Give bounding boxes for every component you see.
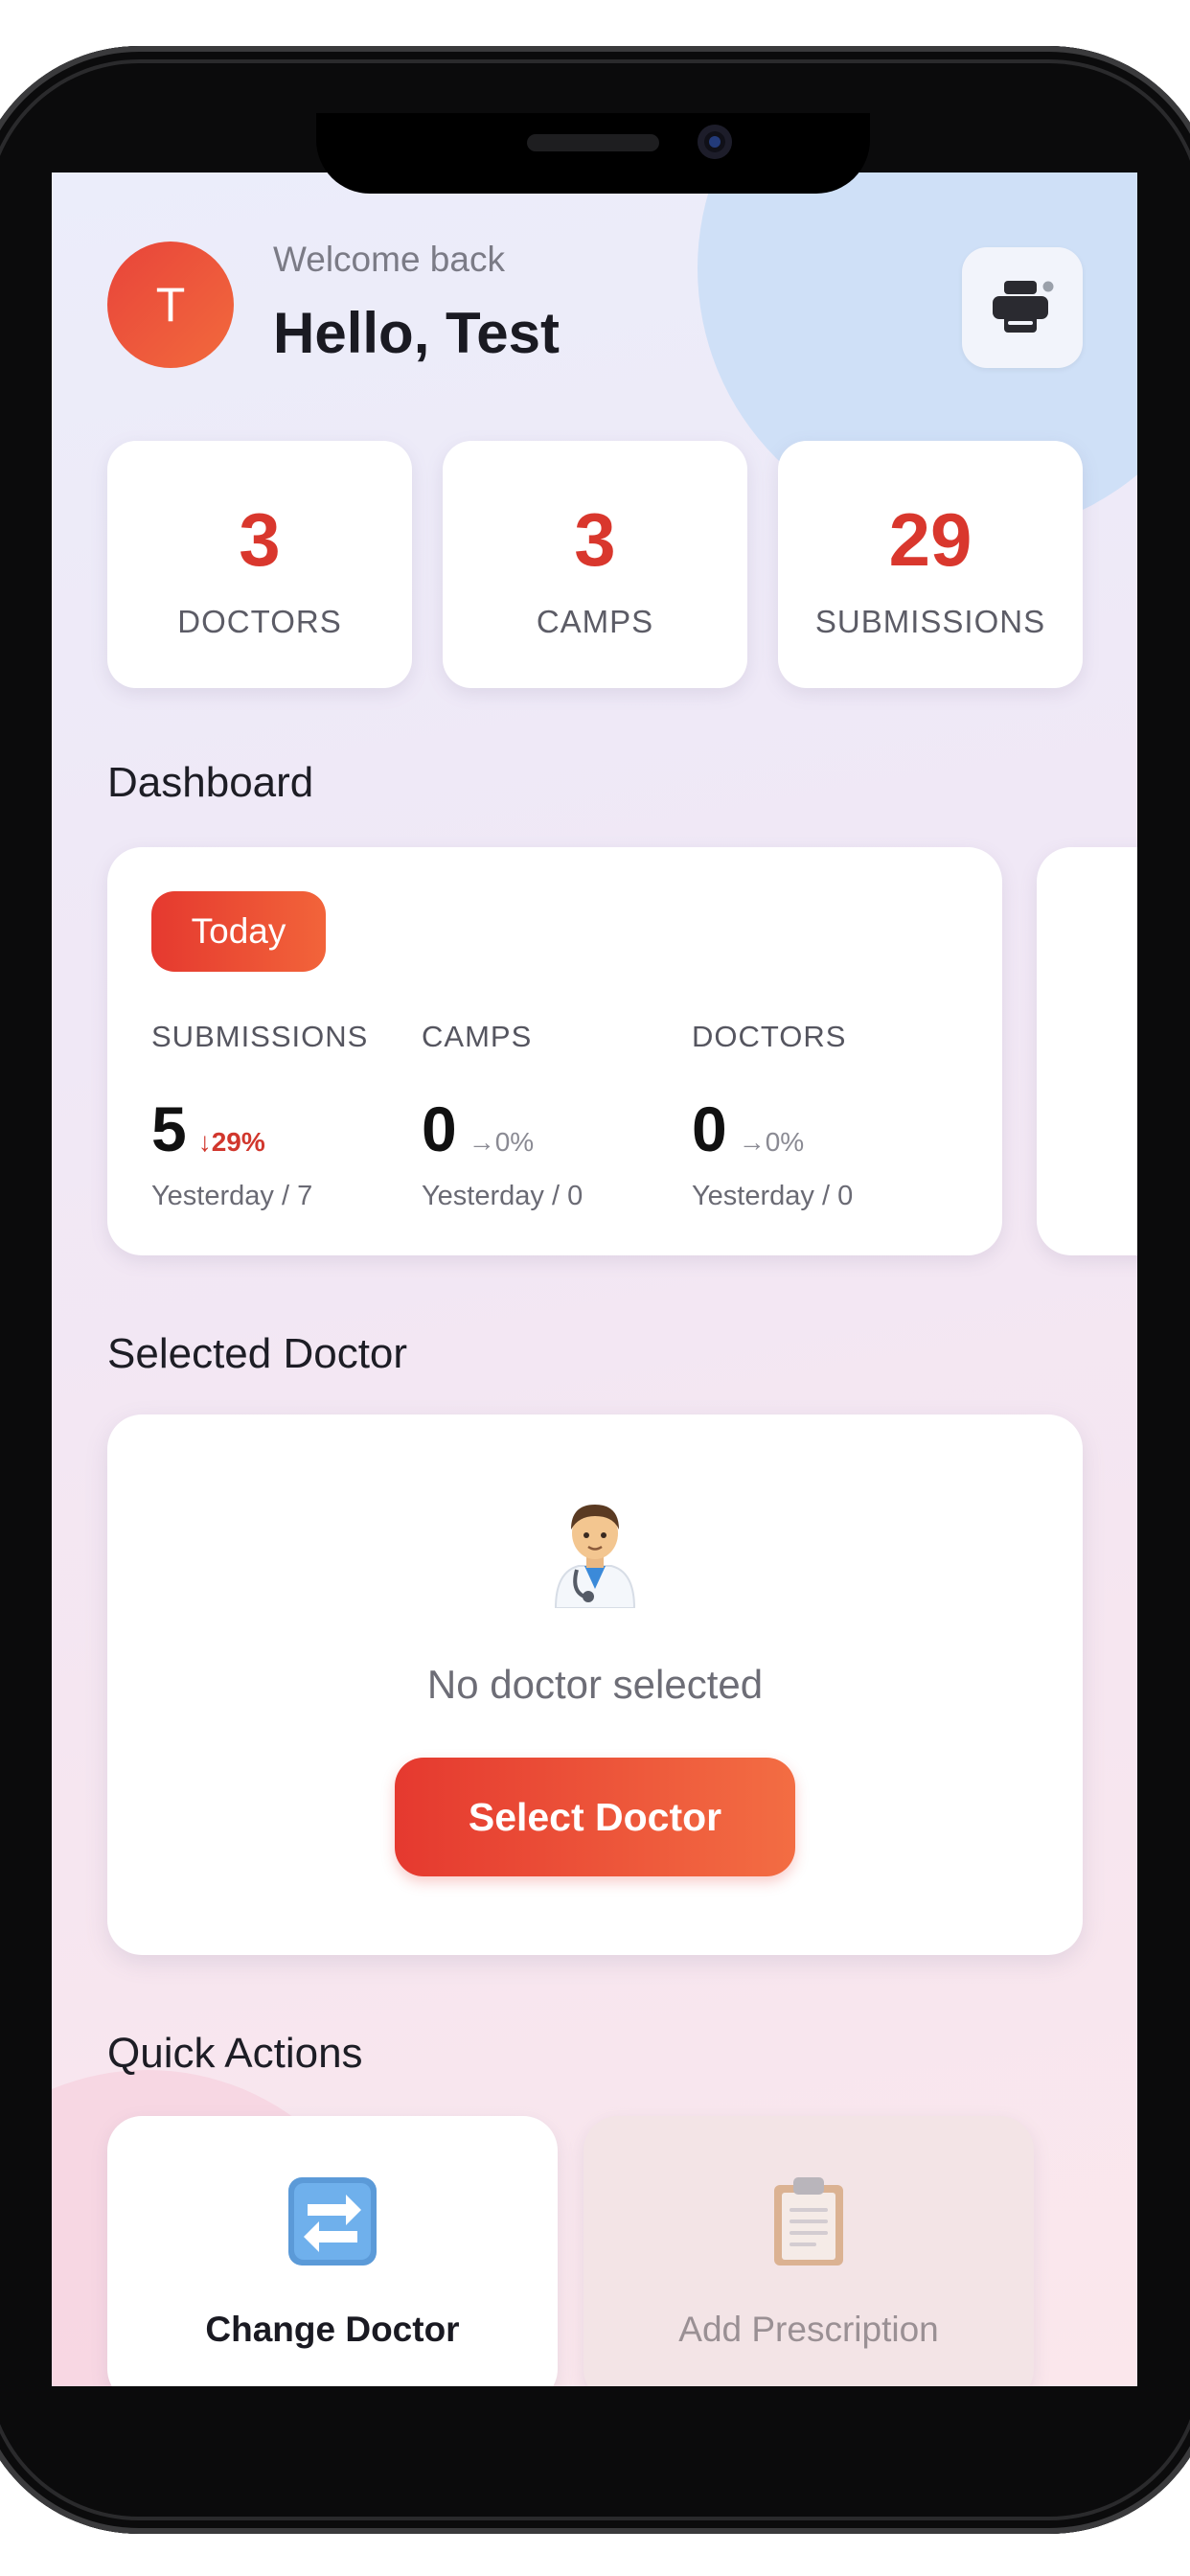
- metric-yesterday: Yesterday / 7: [151, 1181, 313, 1211]
- earpiece-speaker: [527, 134, 659, 151]
- metric-change: →0%: [468, 1127, 535, 1157]
- selected-doctor-heading: Selected Doctor: [107, 1330, 408, 1377]
- clipboard-icon: [584, 2175, 1034, 2267]
- metric-yesterday: Yesterday / 0: [692, 1181, 854, 1211]
- add-prescription-action[interactable]: Add Prescription: [584, 2116, 1034, 2386]
- select-doctor-button[interactable]: Select Doctor: [395, 1758, 795, 1876]
- front-camera: [698, 125, 732, 159]
- metric-value: 0: [422, 1093, 457, 1164]
- metric-doctors: DOCTORS 0 →0% Yesterday / 0: [692, 1020, 950, 1212]
- quick-action-label: Change Doctor: [205, 2310, 460, 2349]
- stat-value: 3: [574, 497, 616, 582]
- printer-button[interactable]: [962, 247, 1083, 368]
- no-doctor-text: No doctor selected: [426, 1662, 764, 1707]
- metric-camps: CAMPS 0 →0% Yesterday / 0: [422, 1020, 680, 1212]
- stat-card-camps[interactable]: 3 CAMPS: [443, 441, 747, 688]
- stat-label: DOCTORS: [177, 604, 342, 639]
- metric-label: CAMPS: [422, 1020, 533, 1053]
- stat-value: 29: [888, 497, 973, 582]
- dashboard-card-next[interactable]: [1037, 847, 1137, 1255]
- quick-action-label: Add Prescription: [678, 2310, 939, 2349]
- selected-doctor-card: No doctor selected Select Doctor: [107, 1414, 1083, 1955]
- swap-arrows-icon: [107, 2175, 558, 2267]
- dashboard-heading: Dashboard: [107, 759, 314, 806]
- stat-value: 3: [239, 497, 281, 582]
- metric-label: DOCTORS: [692, 1020, 847, 1053]
- metric-change: ↓29%: [197, 1127, 265, 1157]
- welcome-text: Welcome back: [273, 240, 505, 279]
- notch: [316, 113, 870, 194]
- metric-value: 5: [151, 1093, 187, 1164]
- stat-card-doctors[interactable]: 3 DOCTORS: [107, 441, 412, 688]
- change-doctor-action[interactable]: Change Doctor: [107, 2116, 558, 2386]
- metric-label: SUBMISSIONS: [151, 1020, 369, 1053]
- app-screen: T Welcome back Hello, Test 3 DOCTORS 3 C…: [52, 172, 1137, 2386]
- printer-icon: [993, 279, 1056, 333]
- metric-yesterday: Yesterday / 0: [422, 1181, 584, 1211]
- dashboard-card-today[interactable]: Today SUBMISSIONS 5 ↓29% Yesterday / 7 C…: [107, 847, 1002, 1255]
- metric-value: 0: [692, 1093, 727, 1164]
- stat-card-submissions[interactable]: 29 SUBMISSIONS: [778, 441, 1083, 688]
- stat-label: CAMPS: [536, 604, 654, 639]
- stat-label: SUBMISSIONS: [814, 604, 1046, 639]
- greeting-title: Hello, Test: [273, 301, 560, 365]
- period-badge: Today: [151, 891, 326, 972]
- metric-change: →0%: [738, 1127, 805, 1157]
- metric-submissions: SUBMISSIONS 5 ↓29% Yesterday / 7: [151, 1020, 410, 1212]
- quick-actions-heading: Quick Actions: [107, 2030, 363, 2077]
- doctor-icon: [107, 1497, 1083, 1624]
- user-avatar[interactable]: T: [107, 242, 234, 368]
